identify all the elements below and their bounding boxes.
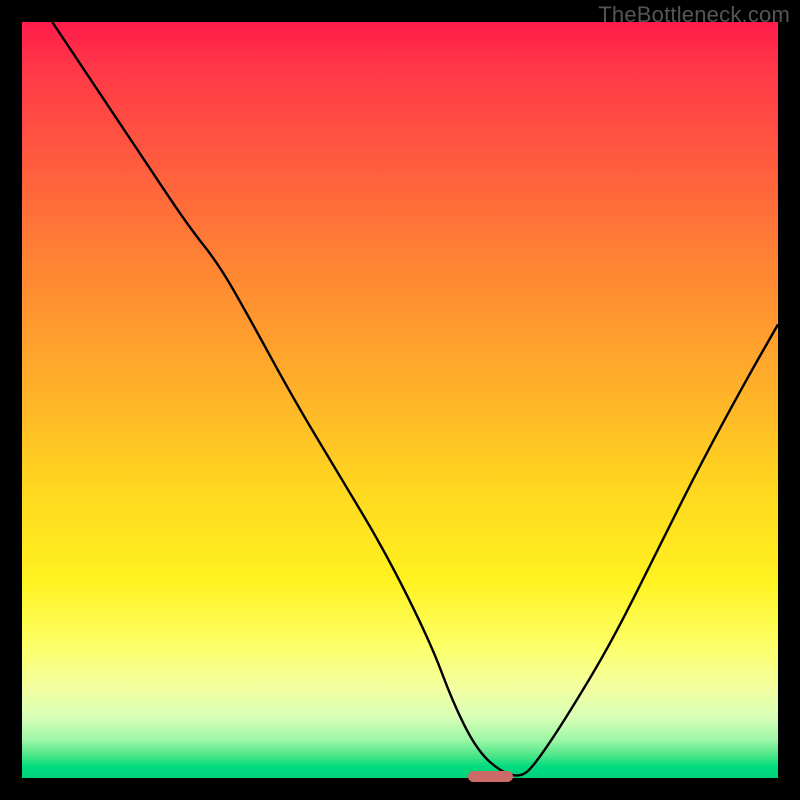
chart-frame: TheBottleneck.com bbox=[0, 0, 800, 800]
watermark-text: TheBottleneck.com bbox=[598, 2, 790, 28]
bottleneck-curve bbox=[52, 22, 778, 775]
bottleneck-curve-svg bbox=[22, 22, 778, 778]
optimal-marker bbox=[468, 771, 513, 782]
